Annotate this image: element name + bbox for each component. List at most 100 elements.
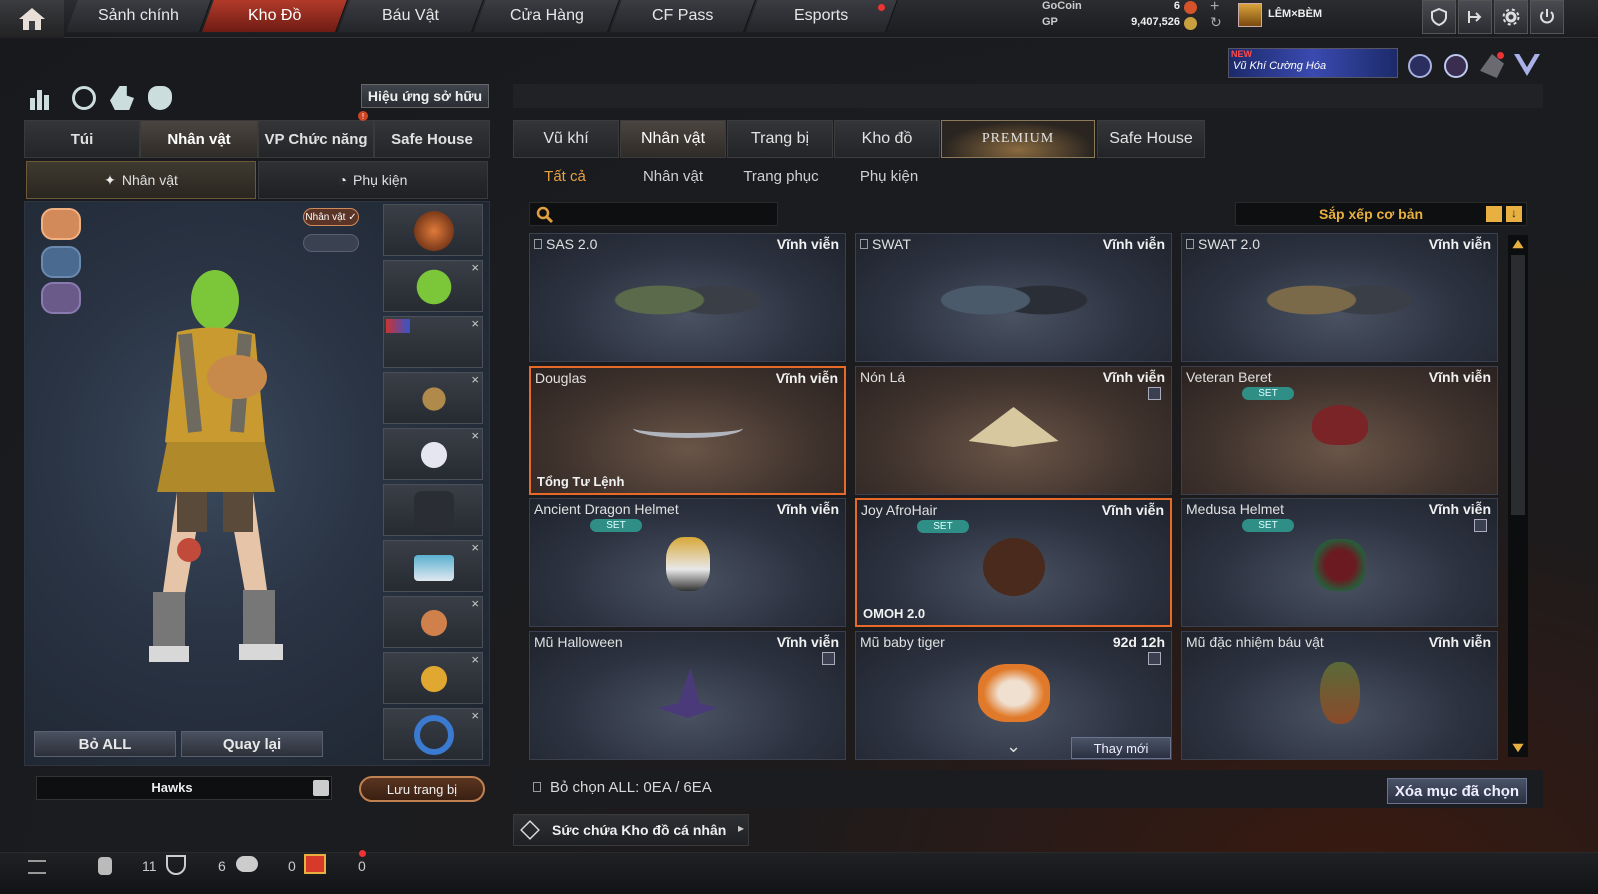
stats-icon[interactable] xyxy=(30,86,54,110)
remove-icon[interactable]: × xyxy=(471,596,479,611)
tab-character[interactable]: Nhân vật xyxy=(140,120,258,158)
nav-treasure[interactable]: Báu Vật xyxy=(338,0,484,32)
tab-premium[interactable]: PREMIUM xyxy=(941,120,1095,158)
power-button[interactable] xyxy=(1530,0,1564,34)
bird-icon[interactable] xyxy=(41,282,81,314)
slot-gold-accessory[interactable]: × xyxy=(383,652,483,704)
item-card-swat[interactable]: SWAT Vĩnh viễn xyxy=(855,233,1172,362)
shield-button[interactable] xyxy=(1422,0,1456,34)
tab-safe-house[interactable]: Safe House xyxy=(374,120,490,158)
exit-room-button[interactable] xyxy=(1458,0,1492,34)
item-card-halloween-hat[interactable]: Mũ Halloween Vĩnh viễn xyxy=(529,631,846,760)
filter-character[interactable]: Nhân vật xyxy=(628,163,718,189)
scroll-down-icon[interactable] xyxy=(1512,743,1524,753)
tab-weapons[interactable]: Vũ khí xyxy=(513,120,619,158)
item-card-ancient-dragon-helmet[interactable]: Ancient Dragon Helmet Vĩnh viễn SET xyxy=(529,498,846,627)
pin-icon[interactable] xyxy=(860,239,868,249)
chevron-down-icon[interactable]: ⌄ xyxy=(1006,736,1021,757)
filter-accessory[interactable]: Phụ kiện xyxy=(844,163,934,189)
pin-icon[interactable] xyxy=(533,782,541,792)
nav-esports[interactable]: Esports xyxy=(746,0,898,32)
user-name[interactable]: LÊM×BÈM xyxy=(1268,8,1322,20)
remove-all-button[interactable]: Bỏ ALL xyxy=(34,731,176,757)
delete-selected-button[interactable]: Xóa mục đã chọn xyxy=(1387,778,1527,804)
subtab-character[interactable]: ✦ Nhân vật xyxy=(26,161,256,199)
character-badge[interactable]: Nhân vật ✓ xyxy=(303,208,359,226)
nav-inventory[interactable]: Kho Đồ xyxy=(202,0,348,32)
item-card-sas[interactable]: SAS 2.0 Vĩnh viễn xyxy=(529,233,846,362)
trash-icon[interactable] xyxy=(1474,519,1487,532)
remove-icon[interactable]: × xyxy=(471,540,479,555)
slot-bracelet[interactable]: × xyxy=(383,540,483,592)
chat-icon[interactable] xyxy=(236,856,258,872)
item-card-veteran-beret[interactable]: Veteran Beret Vĩnh viễn SET xyxy=(1181,366,1498,495)
filter-costume[interactable]: Trang phục xyxy=(736,163,826,189)
tab-functional-items[interactable]: VP Chức năng xyxy=(258,120,374,158)
remove-icon[interactable]: × xyxy=(471,316,479,331)
settings-button[interactable] xyxy=(1494,0,1528,34)
slot-ring[interactable]: × xyxy=(383,708,483,760)
pose-icon[interactable] xyxy=(110,86,134,110)
item-card-joy-afrohair[interactable]: Joy AfroHair Vĩnh viễn SET OMOH 2.0 xyxy=(855,498,1172,627)
gift-icon[interactable] xyxy=(304,854,326,874)
remove-icon[interactable]: × xyxy=(471,428,479,443)
renew-button[interactable]: Thay mới xyxy=(1071,737,1171,759)
item-card-special-forces-hat[interactable]: Mũ đặc nhiệm báu vật Vĩnh viễn xyxy=(1181,631,1498,760)
item-card-non-la[interactable]: Nón Lá Vĩnh viễn xyxy=(855,366,1172,495)
slot-pet[interactable] xyxy=(383,204,483,256)
refresh-icon[interactable]: ↻ xyxy=(1210,14,1222,31)
clan-shield-icon[interactable] xyxy=(166,855,186,875)
item-card-medusa-helmet[interactable]: Medusa Helmet Vĩnh viễn SET xyxy=(1181,498,1498,627)
search-input[interactable] xyxy=(558,205,768,223)
scroll-thumb[interactable] xyxy=(1511,255,1525,515)
slot-face[interactable]: × xyxy=(383,316,483,368)
slot-dragon[interactable]: × xyxy=(383,596,483,648)
sort-direction-icon[interactable]: ↓ xyxy=(1506,206,1522,222)
filter-all[interactable]: Tất cả xyxy=(520,163,610,189)
list-menu-icon[interactable] xyxy=(28,860,46,874)
remove-icon[interactable]: × xyxy=(471,260,479,275)
nav-lobby[interactable]: Sảnh chính xyxy=(66,0,212,32)
sort-dropdown[interactable]: Sắp xếp cơ bản ↓ xyxy=(1235,202,1527,226)
remove-icon[interactable]: × xyxy=(471,708,479,723)
preset-field[interactable]: Hawks xyxy=(36,776,332,800)
go-back-button[interactable]: Quay lại xyxy=(181,731,323,757)
eagle-icon[interactable] xyxy=(41,208,81,240)
pin-icon[interactable] xyxy=(534,239,542,249)
remove-icon[interactable]: × xyxy=(471,652,479,667)
search-field[interactable] xyxy=(529,202,778,226)
home-button[interactable] xyxy=(0,0,64,38)
pin-icon[interactable] xyxy=(1186,239,1194,249)
slot-wings[interactable]: × xyxy=(383,428,483,480)
slot-head[interactable]: × xyxy=(383,260,483,312)
nav-cfpass[interactable]: CF Pass xyxy=(610,0,756,32)
menu-icon[interactable] xyxy=(313,780,329,796)
emblem-icon-1[interactable] xyxy=(1408,54,1432,78)
item-card-swat-2[interactable]: SWAT 2.0 Vĩnh viễn xyxy=(1181,233,1498,362)
remove-icon[interactable]: × xyxy=(471,372,479,387)
tab-bag[interactable]: Túi xyxy=(24,120,140,158)
gesture-icon[interactable] xyxy=(148,86,172,110)
tab-equipment[interactable]: Trang bị xyxy=(727,120,833,158)
wing-icon[interactable] xyxy=(41,246,81,278)
nav-shop[interactable]: Cửa Hàng xyxy=(474,0,620,32)
item-card-baby-tiger-hat[interactable]: Mũ baby tiger 92d 12h ⌄ Thay mới xyxy=(855,631,1172,760)
save-loadout-button[interactable]: Lưu trang bị xyxy=(359,776,485,802)
scrollbar[interactable] xyxy=(1508,235,1528,757)
rotate-icon[interactable] xyxy=(72,86,96,110)
tab-storage[interactable]: Kho đồ xyxy=(834,120,940,158)
trash-icon[interactable] xyxy=(822,652,835,665)
weapon-upgrade-banner[interactable]: NEW Vũ Khí Cường Hóa xyxy=(1228,48,1398,78)
list-icon[interactable] xyxy=(1486,206,1502,222)
tab-character-right[interactable]: Nhân vật xyxy=(620,120,726,158)
slot-body[interactable] xyxy=(383,484,483,536)
globe-icon[interactable] xyxy=(1444,54,1468,78)
subtab-accessory[interactable]: ◔ Phụ kiện xyxy=(258,161,488,199)
trash-icon[interactable] xyxy=(1148,387,1161,400)
storage-capacity-button[interactable]: Sức chứa Kho đồ cá nhân ▸ xyxy=(513,814,749,846)
deselect-all-label[interactable]: Bỏ chọn ALL: 0EA / 6EA xyxy=(550,779,712,796)
tab-safe-house-right[interactable]: Safe House xyxy=(1097,120,1205,158)
slot-necklace[interactable]: × xyxy=(383,372,483,424)
v-logo-icon[interactable] xyxy=(1514,54,1540,76)
friends-icon[interactable] xyxy=(98,857,112,875)
